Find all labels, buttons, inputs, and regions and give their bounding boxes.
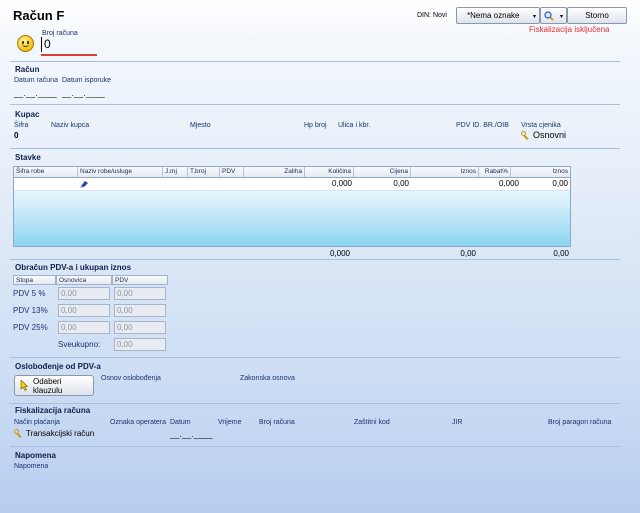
col-rabat[interactable]: Rabat% — [479, 167, 511, 177]
section-fiskalizacija: Fiskalizacija računa — [15, 406, 91, 415]
broj-racuna-fisk-label: Broj računa — [259, 419, 295, 426]
fiscal-status: Fiskalizacija isključena — [529, 25, 610, 34]
divider — [10, 61, 620, 62]
odaberi-klauzulu-label: Odaberi klauzulu — [33, 376, 63, 395]
stavke-grid[interactable]: Šifra robe Naziv robe/usluge J.mj T.broj… — [13, 166, 571, 247]
col-cijena[interactable]: Cijena — [354, 167, 411, 177]
chevron-down-icon: ▾ — [532, 14, 536, 20]
stopa-25-label: PDV 25% — [13, 323, 48, 332]
grid-header: Šifra robe Naziv robe/usluge J.mj T.broj… — [14, 167, 570, 178]
stopa-13-label: PDV 13% — [13, 306, 48, 315]
din-label: DIN: Novi — [417, 12, 447, 19]
naziv-kupca-label: Naziv kupca — [51, 122, 90, 129]
total-iznos: 0,00 — [460, 249, 476, 258]
hp-broj-label: Hp broj — [304, 122, 327, 129]
nacin-placanja-value: Transakcijski račun — [26, 429, 95, 438]
grid-body[interactable] — [14, 191, 570, 246]
paragon-label: Broj paragon računa — [548, 419, 612, 426]
row-kolicina[interactable]: 0,000 — [305, 178, 354, 190]
col-iznos-2[interactable]: Iznos — [511, 167, 570, 177]
page-title: Račun F — [13, 8, 65, 23]
col-sifra-robe[interactable]: Šifra robe — [14, 167, 78, 177]
stopa-5-label: PDV 5 % — [13, 289, 46, 298]
storno-button[interactable]: Storno — [567, 7, 627, 24]
section-racun: Račun — [15, 65, 40, 74]
col-pdv-iznos: PDV — [112, 275, 168, 285]
pdv-25-input[interactable]: 0,00 — [114, 321, 166, 334]
oznake-select-value: *Nema oznake — [467, 11, 520, 20]
search-button[interactable]: ▾ — [540, 7, 567, 24]
section-obracun: Obračun PDV-a i ukupan iznos — [15, 263, 132, 272]
col-osnovica: Osnovica — [56, 275, 112, 285]
datum-racuna-label: Datum računa — [14, 77, 58, 84]
total-kolicina: 0,000 — [329, 249, 350, 258]
datum-label: Datum — [170, 419, 191, 426]
osnovica-5-input[interactable]: 0,00 — [58, 287, 110, 300]
nacin-placanja-label: Način plaćanja — [14, 419, 60, 426]
vrsta-cjenika-label: Vrsta cjenika — [521, 122, 561, 129]
pdv-13-input[interactable]: 0,00 — [114, 304, 166, 317]
divider — [10, 148, 620, 149]
col-stopa: Stopa — [13, 275, 56, 285]
datum-fisk-input[interactable]: __.__.____ — [170, 430, 213, 439]
divider — [10, 403, 620, 404]
section-kupac: Kupac — [15, 110, 40, 119]
jir-label: JIR — [452, 419, 463, 426]
col-naziv[interactable]: Naziv robe/usluge — [78, 167, 163, 177]
col-zaliha[interactable]: Zaliha — [244, 167, 305, 177]
datum-isporuke-input[interactable]: __.__.____ — [62, 89, 105, 98]
vrijeme-label: Vrijeme — [218, 419, 242, 426]
row-cijena[interactable]: 0,00 — [354, 178, 411, 190]
search-icon — [544, 10, 554, 21]
chevron-down-icon: ▾ — [559, 14, 563, 20]
table-row[interactable]: 0,000 0,00 0,000 0,00 — [14, 178, 570, 191]
cursor-icon — [20, 380, 29, 391]
smiley-icon — [17, 35, 34, 52]
sveukupno-input[interactable]: 0,00 — [114, 338, 166, 351]
vrsta-cjenika-link[interactable]: Osnovni — [521, 130, 566, 140]
zastitni-kod-label: Zaštitni kod — [354, 419, 390, 426]
divider — [10, 104, 620, 105]
osnovica-13-input[interactable]: 0,00 — [58, 304, 110, 317]
divider — [10, 357, 620, 358]
divider — [10, 446, 620, 447]
key-icon — [14, 429, 23, 438]
row-iznos[interactable]: 0,00 — [511, 178, 570, 190]
error-underline — [41, 54, 97, 56]
ulica-label: Ulica i kbr. — [338, 122, 371, 129]
mjesto-label: Mjesto — [190, 122, 211, 129]
pdv-5-input[interactable]: 0,00 — [114, 287, 166, 300]
col-kolicina[interactable]: Količina — [305, 167, 354, 177]
oznake-select[interactable]: *Nema oznake ▾ — [456, 7, 540, 24]
odaberi-klauzulu-button[interactable]: Odaberi klauzulu — [14, 375, 94, 396]
broj-racuna-input[interactable]: 0 — [41, 37, 97, 52]
oznaka-operatera-label: Oznaka operatera — [110, 419, 167, 426]
osnov-label: Osnov oslobođenja — [101, 375, 161, 382]
datum-racuna-input[interactable]: __.__.____ — [14, 89, 57, 98]
col-pdv[interactable]: PDV % — [220, 167, 244, 177]
sifra-input[interactable]: 0 — [14, 131, 18, 140]
vrsta-cjenika-value: Osnovni — [533, 130, 567, 140]
edit-icon — [80, 181, 88, 188]
sifra-label: Šifra — [14, 122, 29, 129]
section-napomena: Napomena — [15, 451, 56, 460]
col-tbroj[interactable]: T.broj — [188, 167, 220, 177]
napomena-label: Napomena — [14, 463, 49, 470]
total-iznos-2: 0,00 — [553, 249, 569, 258]
section-oslobodjenje: Oslobođenje od PDV-a — [15, 362, 101, 371]
pdv-id-label: PDV ID. BR./OIB — [456, 122, 509, 129]
datum-isporuke-label: Datum isporuke — [62, 77, 112, 84]
col-iznos[interactable]: Iznos — [411, 167, 479, 177]
col-jmj[interactable]: J.mj — [163, 167, 188, 177]
key-icon — [521, 131, 530, 140]
broj-racuna-label: Broj računa — [42, 30, 78, 37]
nacin-placanja-link[interactable]: Transakcijski račun — [14, 429, 94, 438]
section-stavke: Stavke — [15, 153, 41, 162]
divider — [10, 259, 620, 260]
zakonska-label: Zakonska osnova — [240, 375, 295, 382]
osnovica-25-input[interactable]: 0,00 — [58, 321, 110, 334]
sveukupno-label: Sveukupno: — [58, 340, 101, 349]
